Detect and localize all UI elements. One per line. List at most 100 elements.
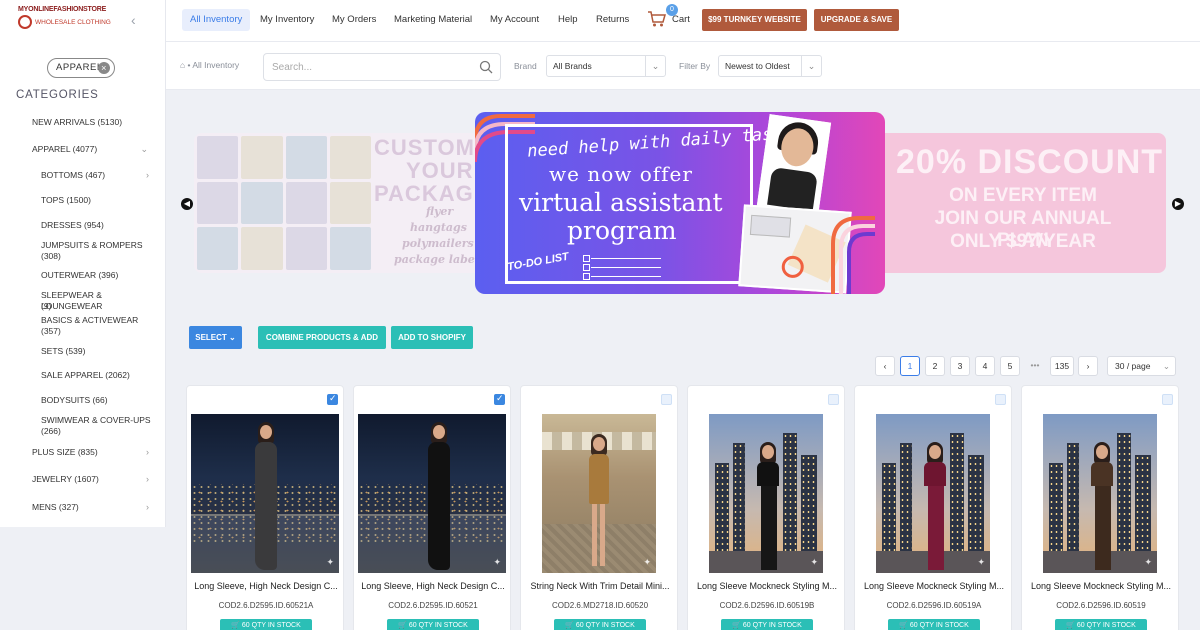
product-image[interactable]: ✦ [191,414,339,573]
discount-slide[interactable]: 20% DISCOUNT ON EVERY ITEM JOIN OUR ANNU… [866,133,1166,273]
nav-all-inventory[interactable]: All Inventory [182,9,251,31]
category-new-arrivals[interactable]: NEW ARRIVALS (5130) [32,117,122,128]
product-image[interactable]: ✦ [1043,414,1157,573]
packaging-heading-2: YOUR [406,158,474,183]
product-image[interactable]: ✦ [542,414,656,573]
category-outerwear[interactable]: OUTERWEAR (396) [41,270,118,281]
page-next-icon[interactable]: › [1078,356,1098,376]
product-checkbox[interactable] [661,394,672,405]
chevron-right-icon: › [146,474,149,484]
todo-checklist [583,255,661,285]
search-input[interactable] [263,53,501,81]
packaging-slide[interactable]: CUSTOMI YOUR PACKAGI flyer hangtags poly… [194,133,494,273]
category-apparel-label: APPAREL (4077) [32,144,98,154]
page-2[interactable]: 2 [925,356,945,376]
carousel-prev-icon[interactable]: ◀ [181,198,193,210]
filter-by-label: Filter By [679,61,711,71]
brand-select-value: All Brands [553,61,592,71]
stock-badge: 🛒 60 QTY IN STOCK [387,619,479,630]
brand-select[interactable]: All Brands ⌄ [546,55,666,77]
va-line-2: we now offer [549,162,693,186]
nav-cart[interactable]: Cart [672,9,690,31]
cart-icon[interactable] [647,10,667,28]
stock-badge-label: 60 QTY IN STOCK [909,622,969,629]
category-jewelry[interactable]: JEWELRY (1607) › [32,474,149,485]
nav-my-account[interactable]: My Account [490,9,539,31]
home-icon[interactable]: ⌂ [180,60,185,70]
product-card[interactable]: ✦ Long Sleeve Mockneck Styling M... COD2… [687,385,845,630]
brand-logo[interactable]: MYONLINEFASHIONSTORE WHOLESALE CLOTHING [18,6,128,40]
product-name[interactable]: Long Sleeve Mockneck Styling M... [692,581,842,591]
nav-my-inventory[interactable]: My Inventory [260,9,314,31]
collapse-sidebar-icon[interactable]: ‹ [131,12,136,28]
product-checkbox[interactable] [995,394,1006,405]
product-checkbox[interactable] [327,393,338,405]
product-sku: COD2.6.D2596.ID.60519A [886,601,982,610]
select-dropdown-button[interactable]: SELECT ⌄ [189,326,242,349]
category-tops[interactable]: TOPS (1500) [41,195,91,206]
page-4[interactable]: 4 [975,356,995,376]
product-image[interactable]: ✦ [358,414,506,573]
chevron-down-icon: ⌄ [140,144,148,154]
product-sku: COD2.6.D2595.ID.60521 [388,601,478,610]
category-basics[interactable]: BASICS & ACTIVEWEAR [41,315,138,326]
nav-marketing-material[interactable]: Marketing Material [394,9,472,31]
product-name[interactable]: Long Sleeve Mockneck Styling M... [859,581,1009,591]
category-swimwear[interactable]: SWIMWEAR & COVER-UPS [41,415,151,426]
virtual-assistant-slide[interactable]: need help with daily tasks? we now offer… [475,112,885,294]
stock-badge-label: 60 QTY IN STOCK [1076,622,1136,629]
filter-by-select[interactable]: Newest to Oldest ⌄ [718,55,822,77]
category-mens[interactable]: MENS (327) › [32,502,149,513]
page-last[interactable]: 135 [1050,356,1074,376]
product-card[interactable]: ✦ Long Sleeve Mockneck Styling M... COD2… [1021,385,1179,630]
sidebar: MYONLINEFASHIONSTORE WHOLESALE CLOTHING … [0,0,166,527]
breadcrumb-current[interactable]: All Inventory [192,60,239,70]
product-card[interactable]: ✦ String Neck With Trim Detail Mini... C… [520,385,678,630]
chevron-down-icon: ⌄ [1162,361,1170,371]
category-jumpsuits-count[interactable]: (308) [41,251,61,262]
product-card[interactable]: ✦ Long Sleeve Mockneck Styling M... COD2… [854,385,1012,630]
category-dresses[interactable]: DRESSES (954) [41,220,104,231]
page-3[interactable]: 3 [950,356,970,376]
product-checkbox[interactable] [828,394,839,405]
nav-my-orders[interactable]: My Orders [332,9,376,31]
nav-help[interactable]: Help [558,9,578,31]
product-name[interactable]: Long Sleeve Mockneck Styling M... [1026,581,1176,591]
product-card[interactable]: ✦ Long Sleeve, High Neck Design C... COD… [353,385,511,630]
page-size-select[interactable]: 30 / page ⌄ [1107,356,1176,376]
product-name[interactable]: String Neck With Trim Detail Mini... [525,581,675,591]
category-bodysuits[interactable]: BODYSUITS (66) [41,395,108,406]
remove-filter-icon[interactable]: × [98,62,110,74]
category-plus-size[interactable]: PLUS SIZE (835) › [32,447,149,458]
product-image[interactable]: ✦ [876,414,990,573]
category-sleepwear[interactable]: SLEEPWEAR & LOUNGEWEAR [41,290,165,312]
page-1[interactable]: 1 [900,356,920,376]
page-5[interactable]: 5 [1000,356,1020,376]
product-checkbox[interactable] [1162,394,1173,405]
category-jumpsuits[interactable]: JUMPSUITS & ROMPERS [41,240,143,251]
promo-carousel: CUSTOMI YOUR PACKAGI flyer hangtags poly… [166,90,1200,312]
product-name[interactable]: Long Sleeve, High Neck Design C... [358,581,508,591]
category-sets[interactable]: SETS (539) [41,346,85,357]
packaging-item-hangtags: hangtags [410,221,467,234]
category-basics-count[interactable]: (357) [41,326,61,337]
discount-line-2: ON EVERY ITEM [949,185,1097,206]
category-bottoms[interactable]: BOTTOMS (467) › [41,170,149,181]
category-swimwear-count[interactable]: (266) [41,426,61,437]
category-sleepwear-count[interactable]: (9) [41,301,51,312]
page-prev-icon[interactable]: ‹ [875,356,895,376]
product-card[interactable]: ✦ Long Sleeve, High Neck Design C... COD… [186,385,344,630]
page-ellipsis[interactable]: ••• [1025,356,1045,376]
nav-returns[interactable]: Returns [596,9,629,31]
add-to-shopify-button[interactable]: ADD TO SHOPIFY [391,326,473,349]
product-checkbox[interactable] [494,393,505,405]
turnkey-website-button[interactable]: $99 TURNKEY WEBSITE [702,9,807,31]
category-apparel[interactable]: APPAREL (4077) ⌄ [32,144,148,155]
product-image[interactable]: ✦ [709,414,823,573]
category-sale-apparel[interactable]: SALE APPAREL (2062) [41,370,130,381]
product-name[interactable]: Long Sleeve, High Neck Design C... [191,581,341,591]
upgrade-save-button[interactable]: UPGRADE & SAVE [814,9,899,31]
carousel-next-icon[interactable]: ▶ [1172,198,1184,210]
combine-products-button[interactable]: COMBINE PRODUCTS & ADD [258,326,386,349]
search-icon[interactable] [479,60,493,74]
